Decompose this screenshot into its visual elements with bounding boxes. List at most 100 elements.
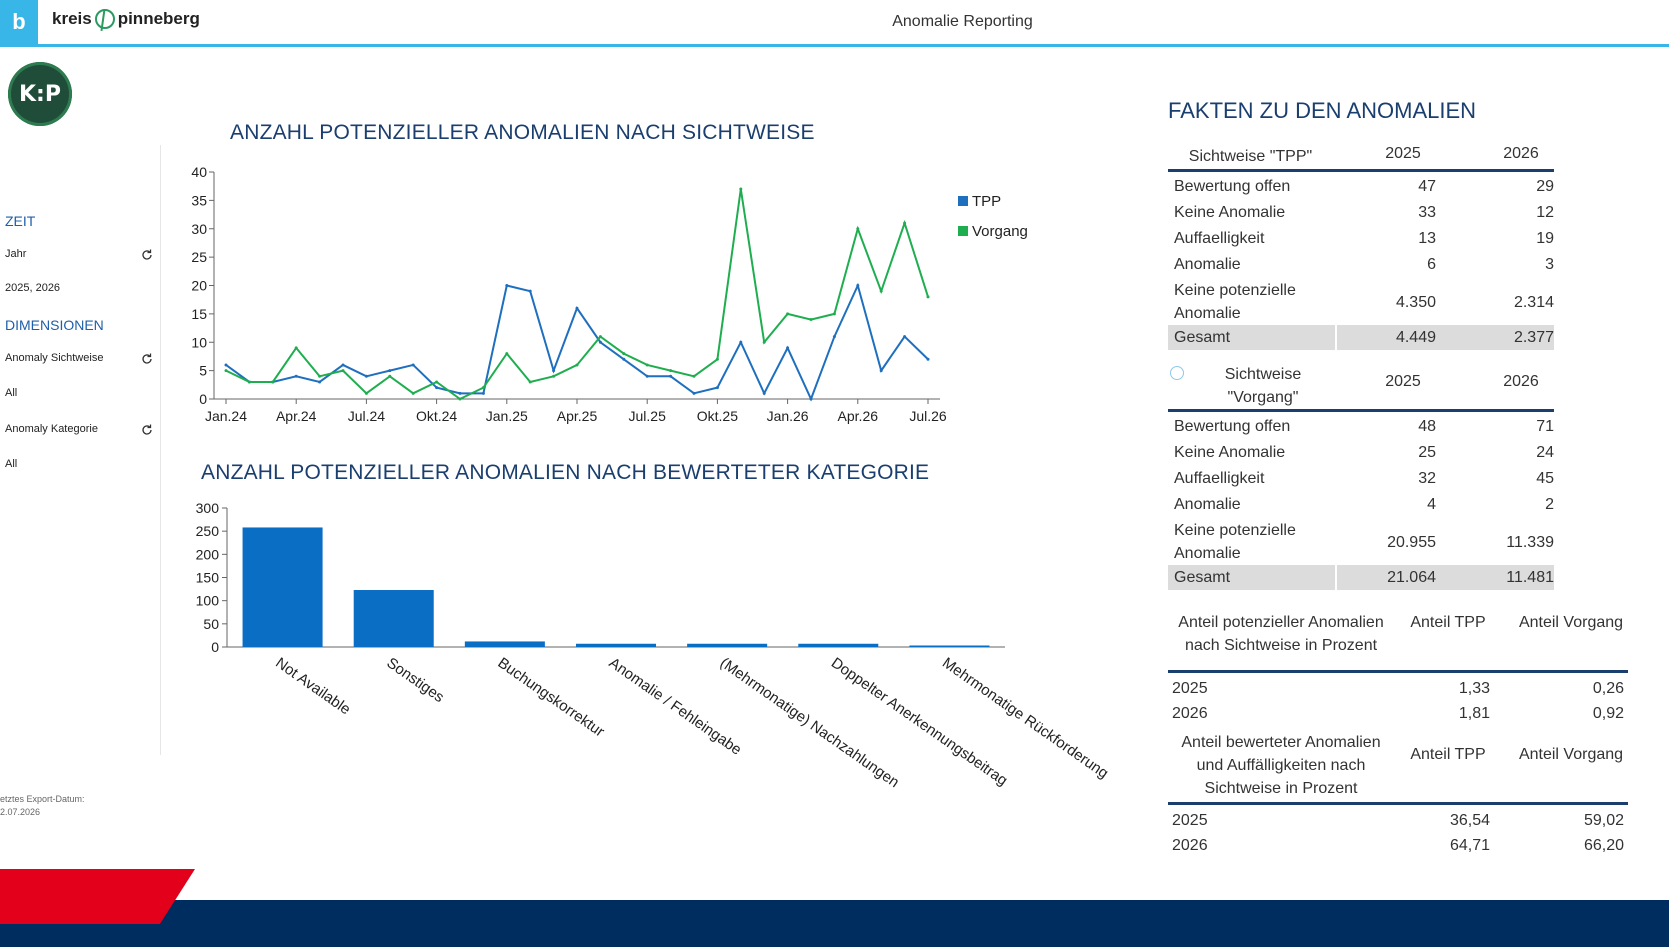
data-point-tpp xyxy=(528,289,532,293)
data-point-vorgang xyxy=(552,374,556,378)
export-label: etztes Export-Datum: xyxy=(0,794,85,804)
data-point-tpp xyxy=(926,357,930,361)
table-header-vorgang: Anteil Vorgang xyxy=(1518,614,1624,631)
value-2026: 24 xyxy=(1536,444,1554,461)
value-2026: 2.314 xyxy=(1513,294,1554,311)
data-point-tpp xyxy=(294,374,298,378)
filter-sichtweise-value[interactable]: All xyxy=(5,387,17,399)
x-category-label: (Mehrmonatige) Nachzahlungen xyxy=(717,654,902,791)
table-row: Anomalie 6 3 xyxy=(1168,253,1554,279)
table-header-label: Anteil bewerteter Anomalien und Auffälli… xyxy=(1181,734,1381,797)
table-row: Keine potenzielle Anomalie 20.955 11.339 xyxy=(1168,519,1554,565)
data-point-tpp xyxy=(224,363,228,367)
table-row: Auffaelligkeit 13 19 xyxy=(1168,227,1554,253)
bar xyxy=(909,645,990,647)
row-label: Auffaelligkeit xyxy=(1174,470,1265,487)
table-total-row: Gesamt 21.064 11.481 xyxy=(1168,565,1554,590)
data-point-tpp xyxy=(318,380,322,384)
value-tpp: 1,81 xyxy=(1458,705,1490,722)
data-point-tpp xyxy=(458,391,462,395)
x-tick-label: Jan.24 xyxy=(205,408,247,424)
expand-icon[interactable] xyxy=(1170,366,1184,380)
data-point-vorgang xyxy=(856,227,860,231)
y-tick-label: 250 xyxy=(196,523,220,539)
data-point-tpp xyxy=(645,374,649,378)
x-tick-label: Jan.26 xyxy=(767,408,809,424)
reset-sichtweise-icon[interactable] xyxy=(140,352,154,366)
value-2025: 25 xyxy=(1418,444,1436,461)
row-label: 2026 xyxy=(1172,837,1208,854)
data-point-tpp xyxy=(809,397,813,401)
data-point-vorgang xyxy=(435,380,439,384)
data-point-tpp xyxy=(669,374,673,378)
data-point-tpp xyxy=(856,284,860,287)
y-tick-label: 10 xyxy=(191,334,207,350)
table-total-row: Gesamt 4.449 2.377 xyxy=(1168,325,1554,350)
data-point-tpp xyxy=(575,306,579,310)
brand-left: kreis xyxy=(52,9,92,28)
value-2025: 47 xyxy=(1418,178,1436,195)
table-row: Keine Anomalie 25 24 xyxy=(1168,441,1554,467)
data-point-vorgang xyxy=(341,369,345,373)
filter-jahr-value[interactable]: 2025, 2026 xyxy=(5,282,60,294)
reset-kategorie-icon[interactable] xyxy=(140,423,154,437)
data-point-vorgang xyxy=(481,386,485,390)
y-tick-label: 25 xyxy=(191,249,207,265)
bar-chart-title: ANZAHL POTENZIELLER ANOMALIEN NACH BEWER… xyxy=(201,461,930,484)
x-tick-label: Jul.26 xyxy=(909,408,947,424)
bar xyxy=(798,643,879,647)
data-point-tpp xyxy=(364,374,368,378)
data-point-vorgang xyxy=(388,374,392,378)
table-header-rule xyxy=(1168,409,1554,412)
data-point-vorgang xyxy=(692,374,696,378)
value-2026: 12 xyxy=(1536,204,1554,221)
bar-chart: 0 50 100 150 200 250 300 Not Available Sonstiges… xyxy=(196,500,1112,791)
row-label: 2025 xyxy=(1172,680,1208,697)
data-point-vorgang xyxy=(528,380,532,384)
export-value: 2.07.2026 xyxy=(0,807,41,817)
data-point-vorgang xyxy=(645,363,649,367)
reset-jahr-icon[interactable] xyxy=(140,248,154,262)
x-tick-label: Jul.24 xyxy=(348,408,386,424)
x-category-label: Not Available xyxy=(272,654,353,718)
section-zeit: ZEIT xyxy=(5,213,36,229)
data-point-tpp xyxy=(435,386,439,390)
value-tpp: 1,33 xyxy=(1458,680,1490,697)
table-header-2025: 2025 xyxy=(1385,373,1421,390)
table-row: Keine Anomalie 33 12 xyxy=(1168,201,1554,227)
data-point-vorgang xyxy=(598,335,602,339)
data-point-tpp xyxy=(692,391,696,395)
x-category-label: Sonstiges xyxy=(383,654,447,706)
value-vorgang: 0,92 xyxy=(1592,705,1624,722)
data-point-tpp xyxy=(388,369,392,373)
data-point-vorgang xyxy=(364,391,368,395)
data-point-vorgang xyxy=(411,391,415,395)
value-2025: 32 xyxy=(1418,470,1436,487)
row-label: Keine Anomalie xyxy=(1174,204,1286,221)
table-header-2026: 2026 xyxy=(1503,373,1539,390)
value-2025: 4 xyxy=(1427,496,1436,513)
table-header-rule xyxy=(1168,670,1628,673)
filter-kategorie-value[interactable]: All xyxy=(5,458,17,470)
value-tpp: 36,54 xyxy=(1449,812,1490,829)
row-label: Keine Anomalie xyxy=(1174,444,1286,461)
y-tick-label: 200 xyxy=(196,546,220,562)
row-label: 2025 xyxy=(1172,812,1208,829)
data-point-tpp xyxy=(481,391,485,395)
total-divider xyxy=(1335,565,1337,590)
table-row: Keine potenzielle Anomalie 4.350 2.314 xyxy=(1168,279,1554,325)
row-label: Bewertung offen xyxy=(1174,418,1291,435)
brand-logo: kreis pinneberg xyxy=(52,9,200,29)
y-tick-label: 35 xyxy=(191,192,207,208)
sidebar-divider xyxy=(160,145,161,755)
table-row: Bewertung offen 47 29 xyxy=(1168,175,1554,201)
table-row: Anomalie 4 2 xyxy=(1168,493,1554,519)
table-row: 2025 1,33 0,26 xyxy=(1168,677,1628,702)
data-point-tpp xyxy=(598,340,602,344)
data-point-vorgang xyxy=(762,340,766,344)
app-badge-icon[interactable]: b xyxy=(0,0,38,44)
data-point-vorgang xyxy=(575,363,579,367)
data-point-vorgang xyxy=(505,352,509,356)
filter-jahr-label: Jahr xyxy=(5,248,27,260)
y-tick-label: 300 xyxy=(196,500,220,516)
